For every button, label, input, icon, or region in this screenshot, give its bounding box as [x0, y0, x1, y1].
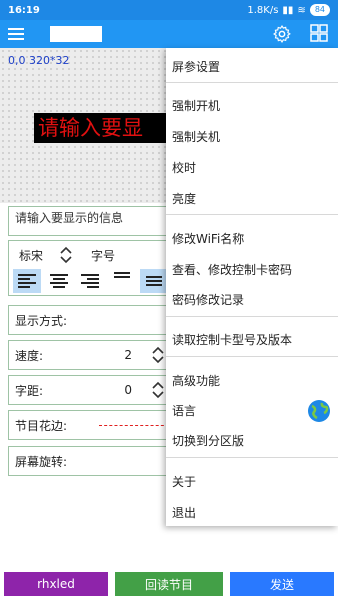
grid-icon[interactable] — [310, 24, 328, 42]
wifi-icon: ≋ — [297, 4, 306, 16]
border-style-line — [99, 425, 169, 426]
spacing-label: 字距: — [15, 383, 44, 398]
clock: 16:19 — [8, 4, 40, 16]
font-updown-icon[interactable] — [59, 245, 73, 265]
menu-item-exit[interactable]: 退出 — [172, 504, 196, 521]
overflow-menu: 屏参设置 强制开机 强制关机 校时 亮度 修改WiFi名称 查看、修改控制卡密码… — [166, 48, 338, 526]
font-panel: 标宋 字号 — [8, 240, 173, 296]
menu-item-brightness[interactable]: 亮度 — [172, 190, 196, 207]
speed-row[interactable]: 速度: 2 — [8, 340, 173, 370]
spacing-value: 0 — [124, 383, 132, 397]
menu-item-card-version[interactable]: 读取控制卡型号及版本 — [172, 331, 292, 348]
status-bar: 16:19 1.8K/s ▮▮ ≋ 84 — [0, 0, 338, 20]
divider — [166, 457, 338, 458]
font-size-label[interactable]: 字号 — [91, 247, 115, 264]
battery-icon: 84 — [309, 4, 330, 16]
speed-value: 2 — [124, 348, 132, 362]
speed-updown-icon[interactable] — [152, 345, 164, 365]
menu-item-switch-partition[interactable]: 切换到分区版 — [172, 432, 244, 449]
align-middle-button[interactable] — [140, 269, 168, 293]
display-mode-row[interactable]: 显示方式: — [8, 305, 173, 335]
spacing-updown-icon[interactable] — [152, 380, 164, 400]
divider — [166, 214, 338, 215]
message-input[interactable]: 请输入要显示的信息 — [8, 206, 173, 236]
align-top-button[interactable] — [108, 269, 136, 293]
menu-item-screen-params[interactable]: 屏参设置 — [172, 58, 220, 75]
rhxled-button[interactable]: rhxled — [4, 572, 108, 596]
font-row: 标宋 字号 — [9, 241, 172, 269]
net-speed: 1.8K/s — [247, 4, 279, 16]
spacing-row[interactable]: 字距: 0 — [8, 375, 173, 405]
readback-program-button[interactable]: 回读节目 — [115, 572, 223, 596]
align-left-button[interactable] — [13, 269, 41, 293]
menu-item-force-on[interactable]: 强制开机 — [172, 97, 220, 114]
menu-item-card-password[interactable]: 查看、修改控制卡密码 — [172, 261, 292, 278]
send-button[interactable]: 发送 — [230, 572, 334, 596]
border-row[interactable]: 节目花边: — [8, 410, 173, 440]
divider — [166, 316, 338, 317]
menu-item-wifi-name[interactable]: 修改WiFi名称 — [172, 230, 244, 247]
coords-readout: 0,0 320*32 — [8, 54, 70, 67]
font-name[interactable]: 标宋 — [19, 247, 43, 264]
menu-item-about[interactable]: 关于 — [172, 473, 196, 490]
screen-name-box[interactable] — [50, 26, 102, 42]
led-text: 请输入要显 — [34, 113, 174, 143]
menu-item-language[interactable]: 语言 — [172, 402, 196, 419]
align-center-button[interactable] — [45, 269, 73, 293]
align-right-button[interactable] — [77, 269, 105, 293]
alignment-row — [9, 269, 172, 293]
gear-icon[interactable] — [272, 24, 292, 44]
divider — [166, 356, 338, 357]
status-icons: 1.8K/s ▮▮ ≋ 84 — [247, 4, 330, 16]
rotate-label: 屏幕旋转: — [15, 454, 68, 469]
divider — [166, 82, 338, 83]
menu-item-advanced[interactable]: 高级功能 — [172, 372, 220, 389]
menu-item-password-log[interactable]: 密码修改记录 — [172, 291, 244, 308]
signal-icon: ▮▮ — [282, 4, 294, 16]
menu-item-force-off[interactable]: 强制关机 — [172, 128, 220, 145]
rotate-row[interactable]: 屏幕旋转: — [8, 446, 173, 476]
border-label: 节目花边: — [15, 418, 68, 433]
menu-item-sync-time[interactable]: 校时 — [172, 159, 196, 176]
display-mode-label: 显示方式: — [15, 313, 68, 328]
hamburger-menu-icon[interactable] — [8, 23, 30, 45]
speed-label: 速度: — [15, 348, 44, 363]
app-bar — [0, 20, 338, 48]
globe-icon — [308, 400, 330, 422]
